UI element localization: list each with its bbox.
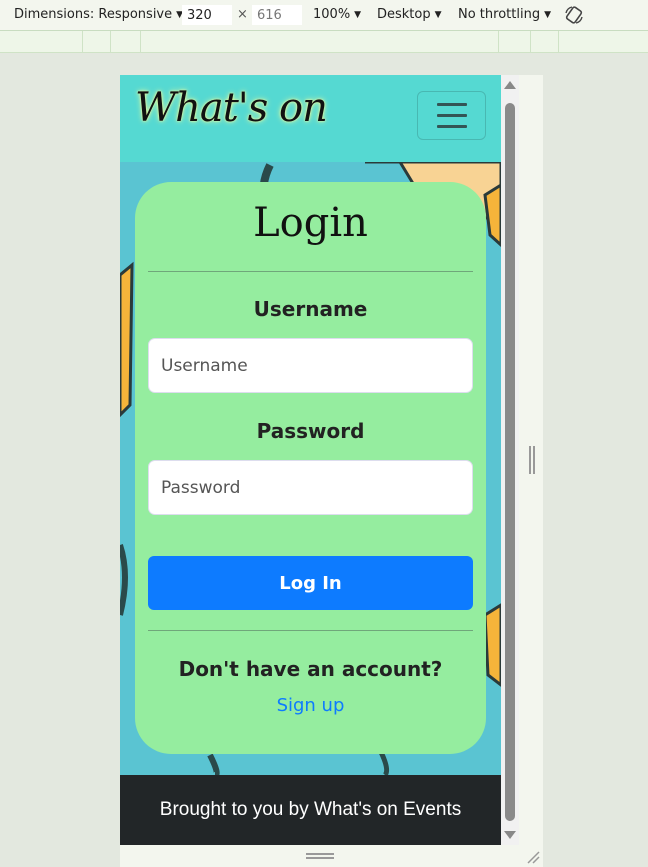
zoom-dropdown[interactable]: 100% ▼ [313,7,361,22]
zoom-label: 100% [313,7,351,22]
no-account-text: Don't have an account? [178,657,443,681]
throttling-label: No throttling [458,7,541,22]
chevron-down-icon: ▼ [434,9,442,20]
rotate-icon[interactable] [564,5,584,25]
brand-logo[interactable]: What's on [135,85,328,131]
footer: Brought to you by What's on Events [120,775,501,845]
login-button[interactable]: Log In [148,556,473,610]
height-resize-handle[interactable] [306,853,334,859]
width-input[interactable]: 320 [182,5,232,25]
divider [148,630,473,631]
chevron-down-icon: ▼ [354,9,362,20]
scroll-down-arrow-icon[interactable] [504,831,516,839]
navbar: What's on [120,75,501,162]
media-query-ruler [0,31,648,53]
divider [148,271,473,272]
throttling-dropdown[interactable]: No throttling ▼ [458,7,551,22]
password-label: Password [256,419,365,443]
width-resize-handle[interactable] [529,446,535,474]
device-type-label: Desktop [377,7,431,22]
scrollbar[interactable] [501,75,519,845]
chevron-down-icon: ▼ [544,9,551,20]
hamburger-icon-line [436,103,467,106]
device-viewport: What's on Login Username Password Log In… [120,75,501,845]
page-title: Login [253,200,368,246]
dimensions-label: Dimensions: Responsive [14,7,173,22]
dimensions-dropdown[interactable]: Dimensions: Responsive ▼ [14,7,183,22]
footer-text: Brought to you by What's on Events [159,799,462,820]
device-type-dropdown[interactable]: Desktop ▼ [377,7,442,22]
username-input[interactable] [148,338,473,393]
times-sign: × [237,7,248,22]
hamburger-icon-line [436,125,467,128]
username-label: Username [253,297,368,321]
scrollbar-thumb[interactable] [505,103,515,821]
hamburger-icon-line [436,114,467,117]
scroll-up-arrow-icon[interactable] [504,81,516,89]
login-card: Login Username Password Log In Don't hav… [135,182,486,754]
signup-link[interactable]: Sign up [135,695,486,716]
password-input[interactable] [148,460,473,515]
devtools-toolbar: Dimensions: Responsive ▼ 320 × 616 100% … [0,0,648,31]
height-input[interactable]: 616 [252,5,302,25]
corner-resize-icon[interactable] [526,850,540,864]
navbar-toggler-button[interactable] [417,91,486,140]
